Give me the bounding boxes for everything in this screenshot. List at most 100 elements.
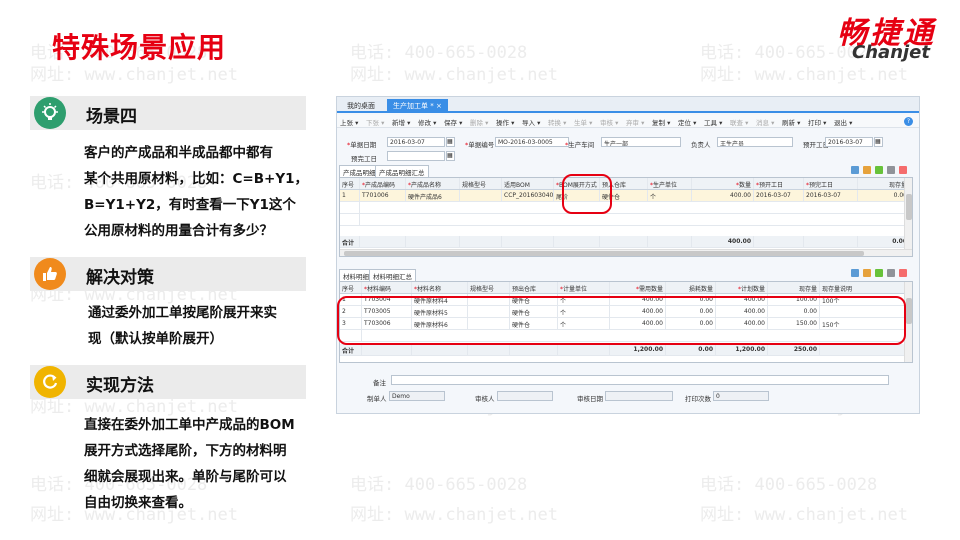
toolbar-button[interactable]: 审核 ▾ — [600, 117, 618, 127]
grid-cell[interactable]: 400.00 — [610, 306, 666, 317]
calendar-icon[interactable]: ▦ — [874, 137, 883, 147]
toolbar-button[interactable]: 删除 ▾ — [470, 117, 488, 127]
toolbar-button[interactable]: 生单 ▾ — [574, 117, 592, 127]
scroll-thumb[interactable] — [906, 194, 912, 220]
grid-cell[interactable]: T703004 — [362, 294, 412, 305]
grid-cell[interactable]: T701006 — [360, 190, 406, 201]
toolbar-button[interactable]: 转换 ▾ — [548, 117, 566, 127]
grid-cell[interactable]: 硬件原材料4 — [412, 294, 468, 305]
grid-tool-icon[interactable] — [875, 269, 883, 277]
grid-cell[interactable]: T703006 — [362, 318, 412, 329]
grid-tool-icon[interactable] — [851, 166, 859, 174]
plan-start-input[interactable]: 2016-03-07 — [825, 137, 873, 147]
table-row[interactable]: 2 T703005 硬件原材料5 硬件仓个 400.00 0.00 400.00 0.00 — [340, 306, 912, 318]
grid-cell[interactable]: 2 — [340, 306, 362, 317]
vertical-scrollbar[interactable] — [904, 178, 912, 256]
toolbar-button[interactable]: 定位 ▾ — [678, 117, 696, 127]
grid-tool-icon[interactable] — [851, 269, 859, 277]
grid-tool-icon[interactable] — [899, 269, 907, 277]
toolbar-button[interactable]: 保存 ▾ — [444, 117, 462, 127]
toolbar-button[interactable]: 打印 ▾ — [808, 117, 826, 127]
grid-cell[interactable]: 硬件仓 — [510, 318, 558, 329]
toolbar-button[interactable]: 上张 ▾ — [340, 117, 358, 127]
grid-cell[interactable]: 100个 — [820, 294, 906, 305]
grid-cell[interactable]: 1 — [340, 190, 360, 201]
toolbar-button[interactable]: 操作 ▾ — [496, 117, 514, 127]
grid-cell[interactable] — [820, 306, 906, 317]
grid-cell[interactable]: 400.00 — [610, 294, 666, 305]
grid-cell[interactable]: 硬件原材料6 — [412, 318, 468, 329]
toolbar-button[interactable]: 复制 ▾ — [652, 117, 670, 127]
grid-cell[interactable] — [468, 318, 510, 329]
toolbar-button[interactable]: 下张 ▾ — [366, 117, 384, 127]
toolbar-button[interactable]: 退出 ▾ — [834, 117, 852, 127]
grid-tool-icon[interactable] — [899, 166, 907, 174]
doc-no-input[interactable]: MO-2016-03-0005 — [495, 137, 569, 147]
table-row[interactable]: 1 T703004 硬件原材料4 硬件仓个 400.00 0.00 400.00 100.00… — [340, 294, 912, 306]
grid-cell[interactable]: 100.00 — [768, 294, 820, 305]
grid-cell[interactable]: 硬件仓 — [510, 294, 558, 305]
grid-tool-icon[interactable] — [887, 269, 895, 277]
grid-cell[interactable]: 2016-03-07 — [754, 190, 804, 201]
grid-cell[interactable] — [468, 294, 510, 305]
grid-cell[interactable]: 400.00 — [716, 306, 768, 317]
grid-tool-icon[interactable] — [875, 166, 883, 174]
table-row[interactable]: 3 T703006 硬件原材料6 硬件仓个 400.00 0.00 400.00 150.00… — [340, 318, 912, 330]
plan-done-input[interactable] — [387, 151, 445, 161]
grid-tool-icon[interactable] — [863, 269, 871, 277]
grid-cell[interactable]: 硬件产成品6 — [406, 190, 460, 201]
toolbar-button[interactable]: 工具 ▾ — [704, 117, 722, 127]
grid-tool-icon[interactable] — [887, 166, 895, 174]
calendar-icon[interactable]: ▦ — [446, 137, 455, 147]
horizontal-scrollbar[interactable] — [340, 249, 912, 256]
grid-cell[interactable]: 3 — [340, 318, 362, 329]
vertical-scrollbar[interactable] — [904, 282, 912, 362]
grid-cell[interactable]: 个 — [558, 318, 610, 329]
grid-cell[interactable]: CCP_20160304009 — [502, 190, 554, 201]
grid-cell[interactable]: 400.00 — [716, 294, 768, 305]
toolbar-button[interactable]: 联查 ▾ — [730, 117, 748, 127]
toolbar-button[interactable]: 消息 ▾ — [756, 117, 774, 127]
grid-tool-icon[interactable] — [863, 166, 871, 174]
grid-cell[interactable]: 尾阶 — [554, 190, 600, 201]
grid-cell[interactable]: 1 — [340, 294, 362, 305]
toolbar-button[interactable]: 弃审 ▾ — [626, 117, 644, 127]
grid-cell[interactable]: 0.00 — [666, 294, 716, 305]
empty-row[interactable] — [340, 214, 912, 226]
grid-cell[interactable]: 0.00 — [666, 318, 716, 329]
grid-cell[interactable]: 个 — [648, 190, 692, 201]
toolbar-button[interactable]: 新增 ▾ — [392, 117, 410, 127]
toolbar-button[interactable]: 导入 ▾ — [522, 117, 540, 127]
grid-cell[interactable]: 0.00 — [666, 306, 716, 317]
grid-cell[interactable]: 400.00 — [692, 190, 754, 201]
grid-cell[interactable]: 硬件仓 — [600, 190, 648, 201]
workshop-input[interactable]: 生产一部 — [601, 137, 681, 147]
grid-cell[interactable]: 0.00 — [858, 190, 910, 201]
grid-cell[interactable] — [468, 306, 510, 317]
scroll-thumb[interactable] — [906, 298, 912, 324]
doc-date-input[interactable]: 2016-03-07 — [387, 137, 445, 147]
grid-cell[interactable] — [460, 190, 502, 201]
grid-cell[interactable]: 150个 — [820, 318, 906, 329]
remark-input[interactable] — [391, 375, 889, 385]
grid-cell[interactable]: 个 — [558, 294, 610, 305]
empty-row[interactable] — [340, 330, 912, 342]
toolbar-button[interactable]: 修改 ▾ — [418, 117, 436, 127]
grid-cell[interactable]: 150.00 — [768, 318, 820, 329]
help-icon[interactable]: ? — [904, 117, 913, 126]
grid-cell[interactable]: 硬件原材料5 — [412, 306, 468, 317]
tab-production-order[interactable]: 生产加工单 * × — [387, 99, 448, 113]
close-icon[interactable]: × — [436, 102, 442, 110]
grid-cell[interactable]: 400.00 — [716, 318, 768, 329]
scroll-thumb[interactable] — [344, 251, 864, 256]
grid-cell[interactable]: 2016-03-07 — [804, 190, 858, 201]
tab-my-desktop[interactable]: 我的桌面 — [341, 99, 381, 113]
calendar-icon[interactable]: ▦ — [446, 151, 455, 161]
table-row[interactable]: 1T701006硬件产成品6 CCP_20160304009尾阶硬件仓个400.0… — [340, 190, 912, 202]
grid-cell[interactable]: 400.00 — [610, 318, 666, 329]
grid-cell[interactable]: T703005 — [362, 306, 412, 317]
grid-cell[interactable]: 个 — [558, 306, 610, 317]
owner-input[interactable]: 王生产员 — [717, 137, 793, 147]
grid-cell[interactable]: 硬件仓 — [510, 306, 558, 317]
grid-cell[interactable]: 0.00 — [768, 306, 820, 317]
